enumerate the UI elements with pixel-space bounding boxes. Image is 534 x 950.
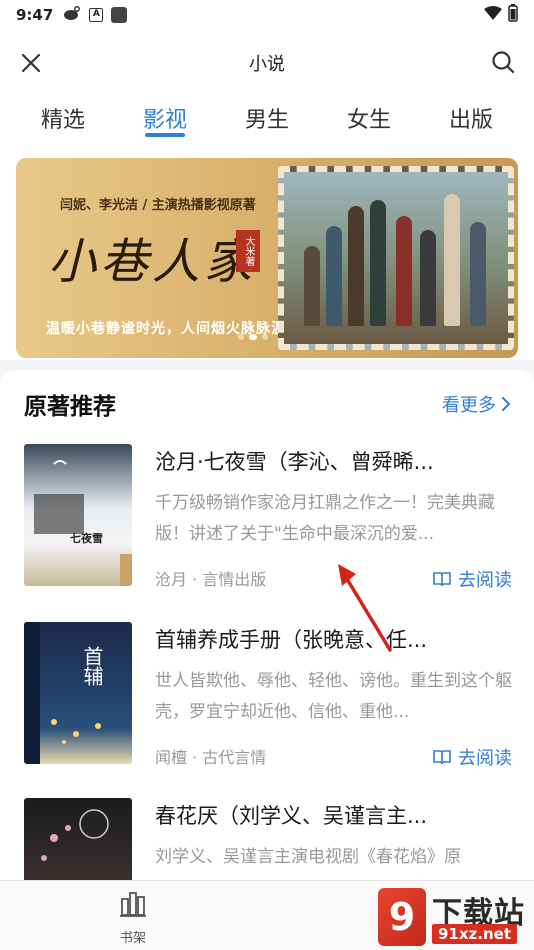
tab-publishing[interactable]: 出版	[431, 96, 511, 140]
close-button[interactable]	[18, 50, 44, 76]
cast-figure	[304, 246, 320, 326]
book-description: 世人皆欺他、辱他、轻他、谤他。重生到这个躯壳，罗宜宁却近他、信他、重他...	[155, 671, 512, 722]
search-icon	[492, 51, 515, 74]
cast-figure	[420, 230, 436, 326]
book-description: 千万级畅销作家沧月扛鼎之作之一！完美典藏版！讲述了关于"生命中最深沉的爱...	[155, 493, 495, 544]
original-works-section: 原著推荐 看更多 七夜雪 沧月·七夜雪（李沁、曾舜晞... 千万级畅销作家沧月扛…	[0, 370, 534, 880]
open-book-icon	[433, 572, 451, 587]
book-cover: 七夜雪	[24, 444, 132, 586]
status-right	[484, 4, 518, 26]
book-cover	[24, 798, 132, 880]
search-button[interactable]	[490, 49, 516, 75]
watermark-logo: 9	[378, 888, 426, 946]
wifi-icon	[484, 6, 502, 24]
book-meta: 闻檀 · 古代言情	[155, 748, 267, 767]
read-button[interactable]: 去阅读	[432, 744, 512, 770]
book-description: 刘学义、吴谨言主演电视剧《春花焰》原	[155, 847, 461, 867]
cast-figure	[396, 216, 412, 326]
bookshelf-icon	[120, 892, 146, 917]
see-more-button[interactable]: 看更多	[442, 391, 512, 417]
status-bar: 9:47 A	[0, 0, 534, 30]
watermark-url: 91xz.net	[432, 924, 518, 944]
book-meta: 沧月 · 言情出版	[155, 570, 267, 589]
banner-author-stamp: 大米著	[236, 230, 260, 272]
cast-figure	[348, 206, 364, 326]
open-book-icon	[433, 750, 451, 765]
a-app-icon: A	[89, 8, 104, 22]
read-label: 去阅读	[458, 748, 512, 769]
banner-title: 小巷人家	[48, 234, 257, 290]
banner-cast-photo	[278, 166, 514, 350]
promo-banner[interactable]: 闫妮、李光洁 / 主演热播影视原著 小巷人家 大米著 温暖小巷静谧时光，人间烟火…	[16, 158, 518, 358]
book-title: 沧月·七夜雪（李沁、曾舜晞...	[155, 450, 434, 474]
book-item[interactable]: 首辅 首辅养成手册（张晚意、任... 世人皆欺他、辱他、轻他、谤他。重生到这个躯…	[24, 622, 512, 770]
see-more-label: 看更多	[442, 395, 496, 416]
site-watermark: 9 下载站 91xz.net	[378, 888, 528, 948]
cover-title: 首辅	[80, 646, 104, 686]
nav-bookshelf[interactable]: 书架	[98, 889, 168, 946]
annotation-arrow-icon	[338, 564, 392, 652]
cast-figure	[370, 200, 386, 326]
book-item[interactable]: 七夜雪 沧月·七夜雪（李沁、曾舜晞... 千万级畅销作家沧月扛鼎之作之一！完美典…	[24, 444, 512, 592]
section-header: 原著推荐 看更多	[24, 388, 512, 420]
tab-male[interactable]: 男生	[227, 96, 307, 140]
book-item[interactable]: 春花厌（刘学义、吴谨言主... 刘学义、吴谨言主演电视剧《春花焰》原	[24, 798, 512, 880]
weibo-icon	[63, 5, 81, 25]
category-tabs: 精选 影视 男生 女生 出版	[0, 96, 534, 140]
carousel-indicator	[238, 334, 268, 340]
section-title: 原著推荐	[24, 394, 116, 420]
cast-figure	[470, 222, 486, 326]
banner-subtitle: 闫妮、李光洁 / 主演热播影视原著	[60, 198, 256, 213]
tab-film-tv[interactable]: 影视	[125, 96, 205, 140]
page-title: 小说	[249, 54, 285, 75]
top-bar: 小说	[0, 30, 534, 96]
battery-icon	[508, 4, 518, 26]
read-button[interactable]: 去阅读	[432, 566, 512, 592]
carousel-dot-active	[249, 334, 257, 340]
cast-figure	[444, 194, 460, 326]
cast-figure	[326, 226, 342, 326]
carousel-dot	[262, 334, 268, 340]
carousel-dot	[238, 334, 244, 340]
book-title: 春花厌（刘学义、吴谨言主...	[155, 804, 428, 828]
tab-featured[interactable]: 精选	[23, 96, 103, 140]
read-label: 去阅读	[458, 570, 512, 591]
cover-title: 七夜雪	[70, 532, 103, 545]
tab-female[interactable]: 女生	[329, 96, 409, 140]
nav-bookshelf-label: 书架	[119, 931, 146, 946]
book-cover: 首辅	[24, 622, 132, 764]
banner-area: 闫妮、李光洁 / 主演热播影视原著 小巷人家 大米著 温暖小巷静谧时光，人间烟火…	[0, 140, 534, 360]
status-time: 9:47	[16, 6, 54, 24]
app-notification-icon	[111, 7, 128, 23]
close-icon	[21, 53, 41, 73]
chevron-right-icon	[502, 397, 511, 411]
